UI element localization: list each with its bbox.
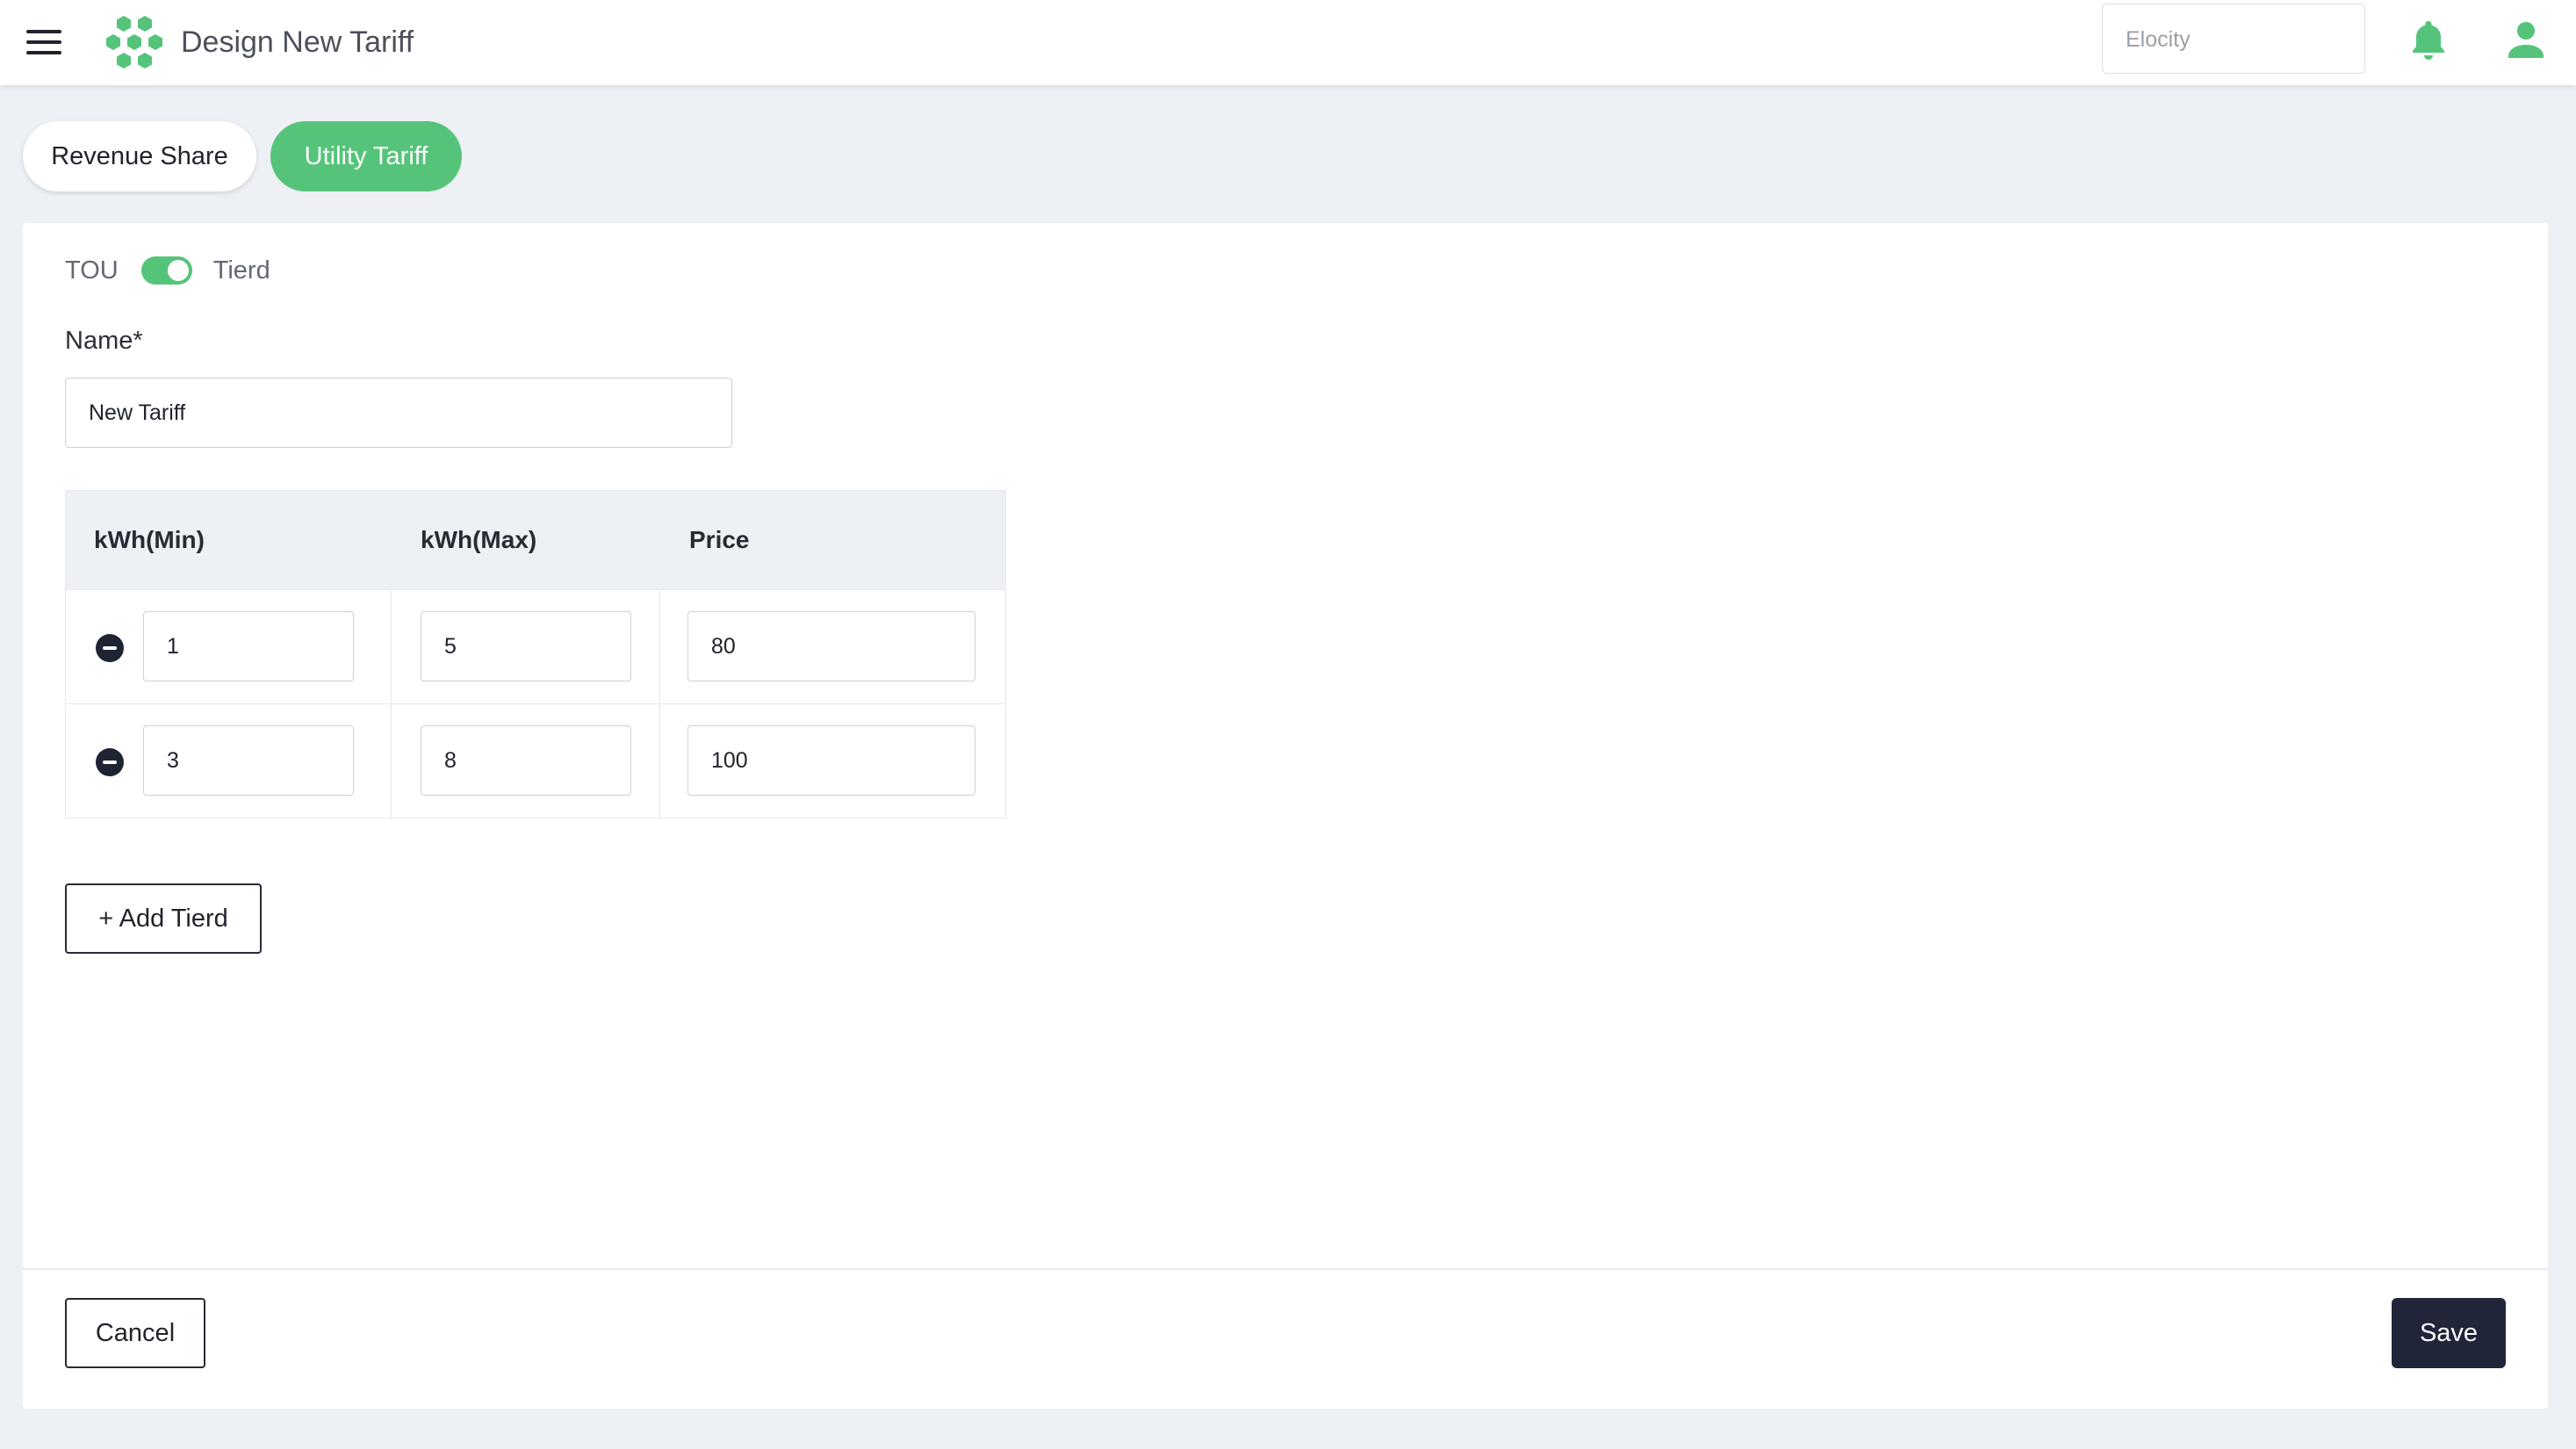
tariff-type-toggle-row: TOU Tierd bbox=[65, 251, 270, 290]
remove-row-icon[interactable] bbox=[96, 748, 124, 776]
table-row bbox=[66, 589, 1005, 703]
toggle-label-tou: TOU bbox=[65, 256, 119, 285]
kwh-min-input[interactable] bbox=[143, 611, 354, 681]
tou-tierd-switch[interactable] bbox=[140, 256, 192, 285]
switch-knob bbox=[167, 260, 189, 281]
kwh-min-input[interactable] bbox=[143, 725, 354, 796]
top-app-bar: Design New Tariff Elocity bbox=[0, 0, 2576, 86]
name-input[interactable] bbox=[65, 378, 732, 448]
logo-icon bbox=[106, 16, 162, 68]
bell-icon[interactable] bbox=[2409, 19, 2448, 61]
tariff-form-card: TOU Tierd Name* kWh(Min) kWh(Max) Price bbox=[23, 223, 2548, 1409]
tier-table-header: kWh(Min) kWh(Max) Price bbox=[66, 491, 1005, 589]
table-row bbox=[66, 703, 1005, 818]
kwh-max-input[interactable] bbox=[421, 611, 631, 681]
save-button[interactable]: Save bbox=[2392, 1298, 2506, 1368]
organization-select[interactable]: Elocity bbox=[2102, 4, 2365, 74]
user-icon[interactable] bbox=[2508, 21, 2544, 58]
toggle-label-tierd: Tierd bbox=[212, 256, 270, 285]
menu-icon[interactable] bbox=[26, 30, 61, 56]
column-header-price: Price bbox=[689, 526, 750, 553]
remove-row-icon[interactable] bbox=[96, 634, 124, 662]
column-header-kwh-max: kWh(Max) bbox=[421, 526, 537, 553]
cancel-button[interactable]: Cancel bbox=[65, 1298, 205, 1368]
kwh-max-input[interactable] bbox=[421, 725, 631, 796]
tier-table: kWh(Min) kWh(Max) Price bbox=[65, 490, 1006, 818]
tab-revenue-share[interactable]: Revenue Share bbox=[23, 121, 256, 191]
tab-utility-tariff[interactable]: Utility Tariff bbox=[270, 121, 462, 191]
page-title: Design New Tariff bbox=[181, 25, 414, 59]
name-label: Name* bbox=[65, 327, 143, 355]
form-footer: Cancel Save bbox=[23, 1268, 2548, 1409]
price-input[interactable] bbox=[687, 725, 975, 796]
add-tier-button[interactable]: + Add Tierd bbox=[65, 883, 262, 954]
column-header-kwh-min: kWh(Min) bbox=[94, 526, 205, 553]
price-input[interactable] bbox=[687, 611, 975, 681]
